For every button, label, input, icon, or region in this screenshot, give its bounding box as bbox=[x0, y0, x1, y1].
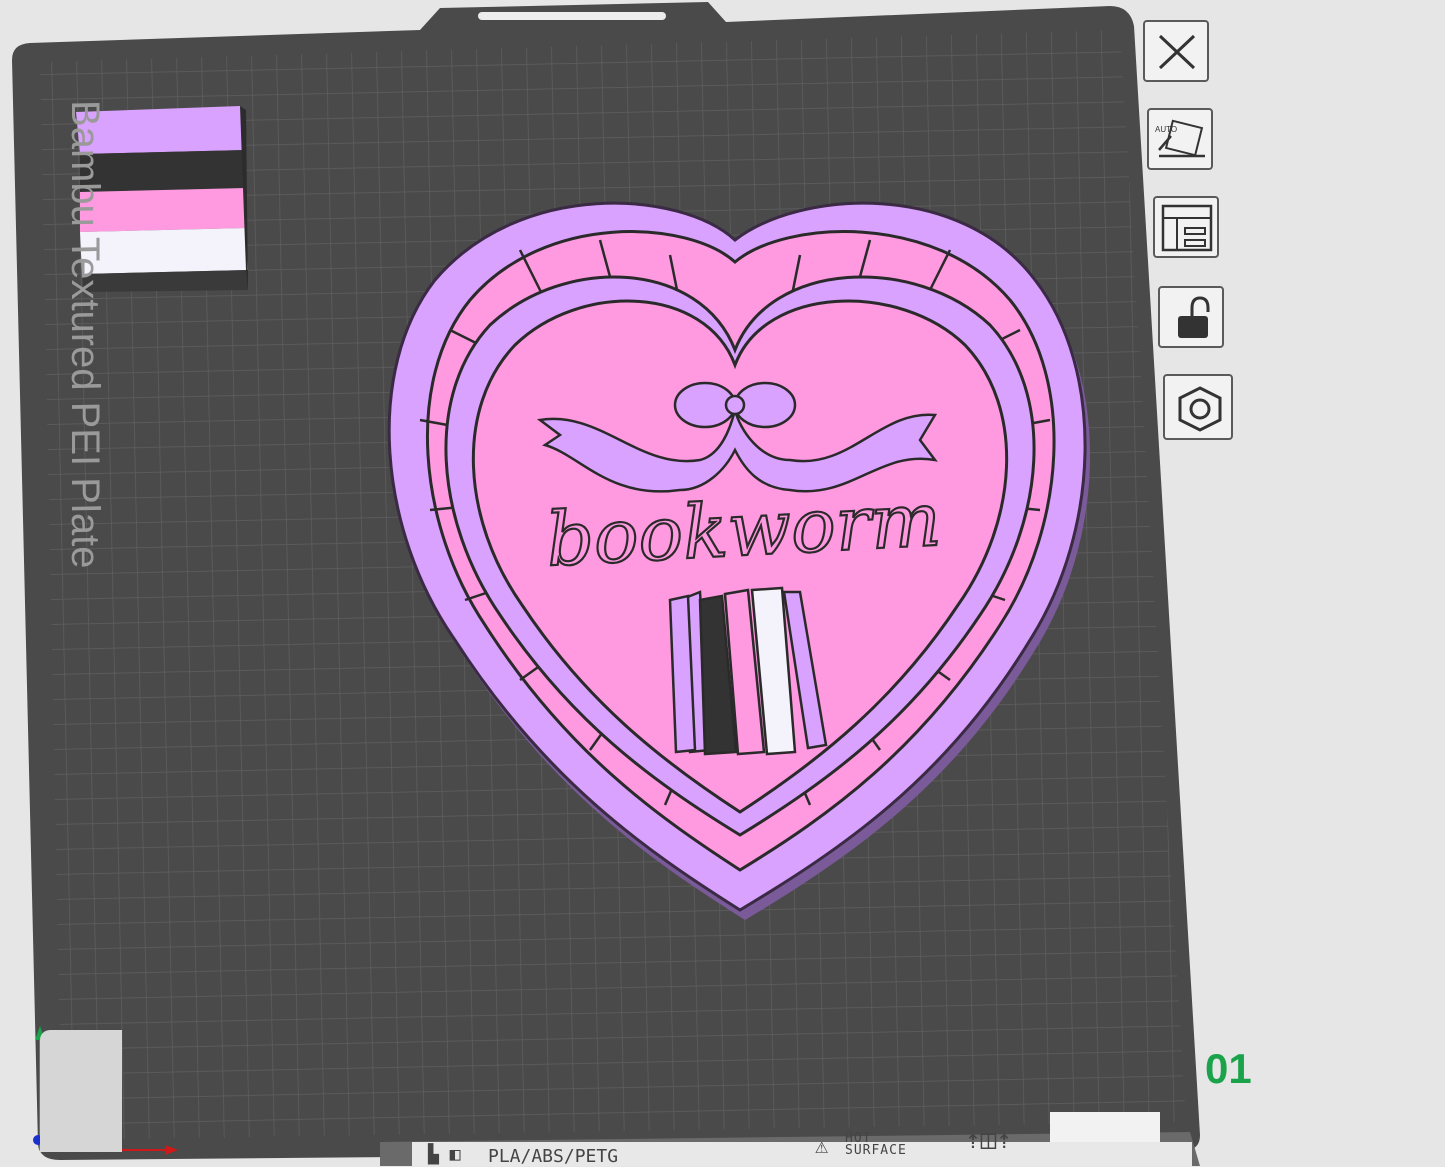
surface-label: SURFACE bbox=[845, 1143, 907, 1158]
lock-button[interactable] bbox=[1158, 286, 1224, 348]
auto-orient-icon: AUTO bbox=[1155, 119, 1205, 158]
plate-label: Bambu Textured PEI Plate bbox=[63, 99, 107, 569]
settings-button[interactable] bbox=[1163, 374, 1233, 440]
arrange-button[interactable] bbox=[1153, 196, 1219, 258]
auto-orient-button[interactable]: AUTO bbox=[1147, 108, 1213, 170]
svg-text:AUTO: AUTO bbox=[1155, 125, 1177, 134]
arrange-layout-icon bbox=[1161, 204, 1213, 252]
build-plate-viewport[interactable]: bookworm bbox=[0, 0, 1445, 1166]
close-button[interactable] bbox=[1143, 20, 1209, 82]
warning-icon: ⚠ bbox=[815, 1134, 829, 1159]
unlock-icon bbox=[1178, 296, 1210, 338]
plate-icons: ▙ ◧ bbox=[428, 1144, 461, 1165]
plate-side-icons: ⇡◫⇡ bbox=[965, 1125, 1012, 1155]
hex-nut-icon bbox=[1178, 386, 1222, 432]
plate-number[interactable]: 01 bbox=[1205, 1045, 1252, 1093]
close-icon bbox=[1158, 34, 1196, 70]
view-cube[interactable] bbox=[40, 1030, 122, 1152]
material-label: PLA/ABS/PETG bbox=[488, 1146, 619, 1167]
